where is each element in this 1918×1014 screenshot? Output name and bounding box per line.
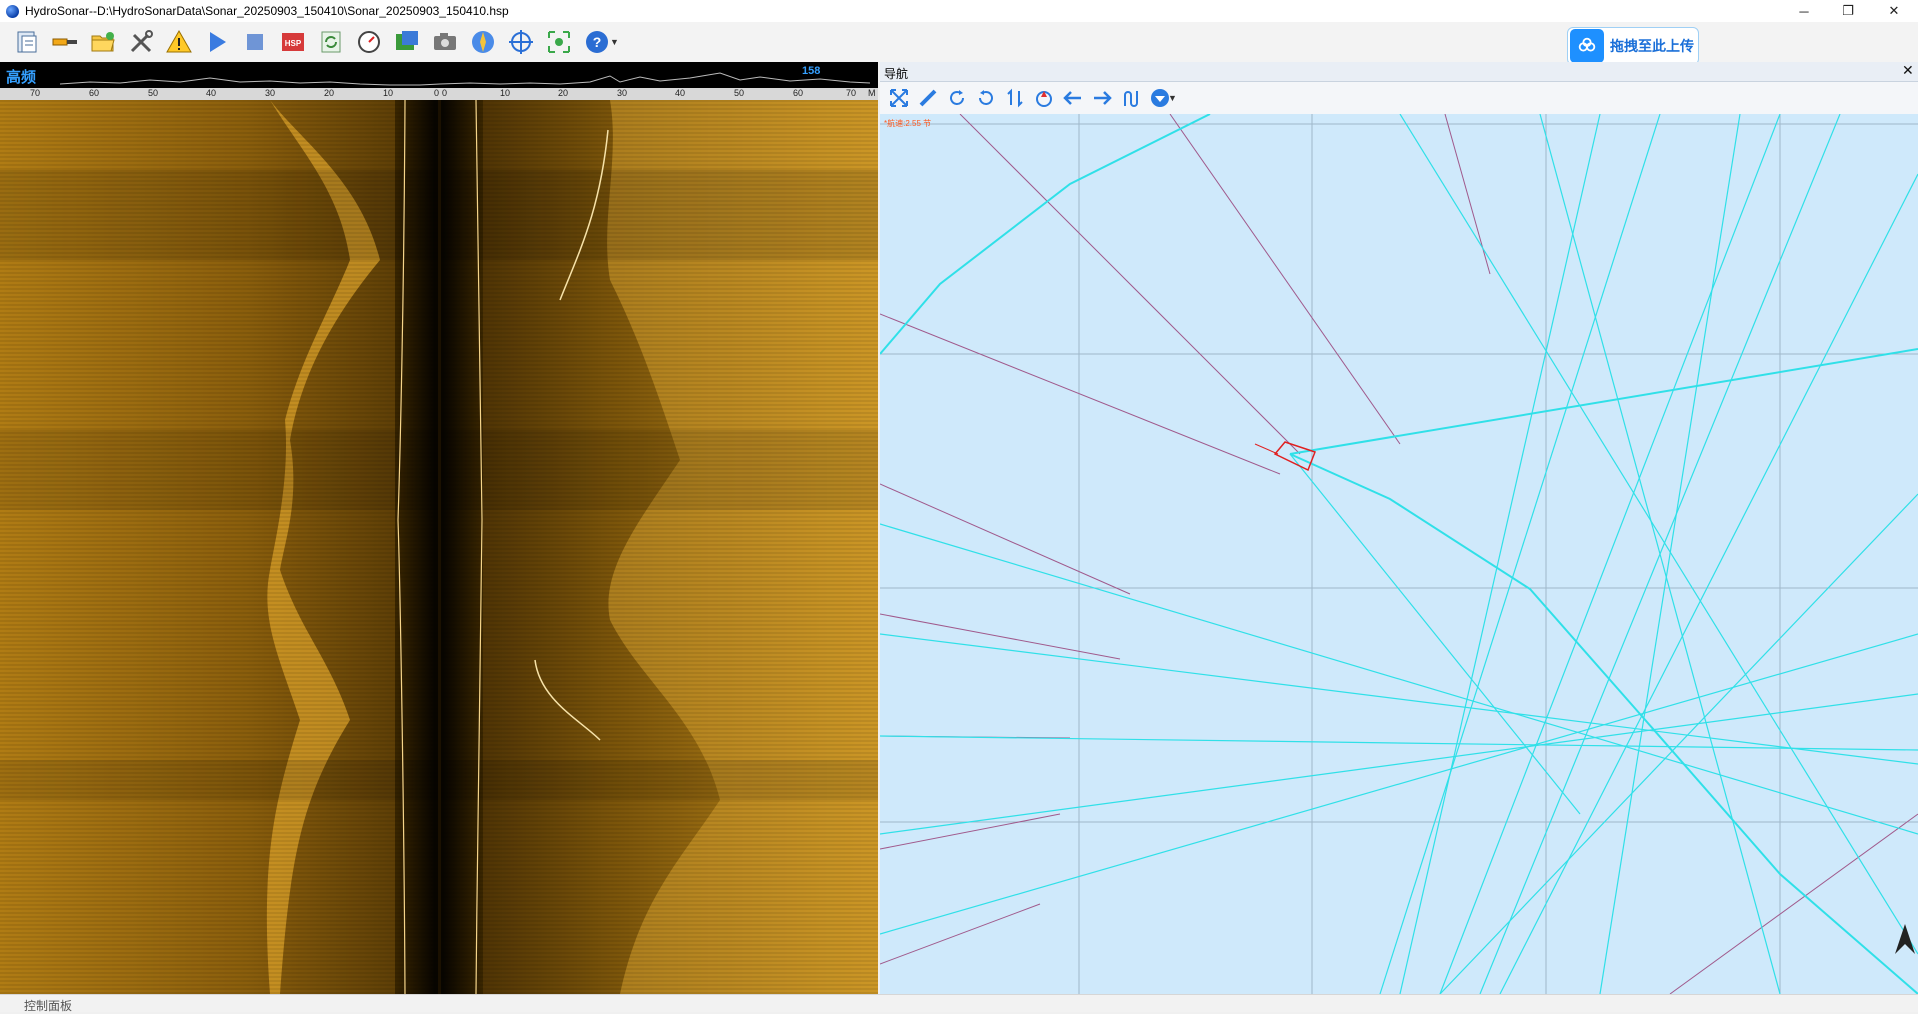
ping-number: 158 bbox=[802, 65, 821, 77]
open-project-icon[interactable] bbox=[10, 25, 44, 59]
help-icon[interactable]: ? bbox=[580, 25, 614, 59]
close-icon[interactable]: ✕ bbox=[1902, 62, 1914, 79]
warning-icon[interactable] bbox=[162, 25, 196, 59]
upload-label: 拖拽至此上传 bbox=[1610, 38, 1694, 54]
folder-open-icon[interactable] bbox=[86, 25, 120, 59]
help-dropdown-icon[interactable]: ▼ bbox=[610, 37, 619, 47]
ruler-tick: 70 bbox=[846, 88, 857, 98]
target-icon[interactable] bbox=[542, 25, 576, 59]
ruler-tick: 50 bbox=[734, 88, 745, 98]
minimize-icon[interactable]: ─ bbox=[1782, 0, 1826, 22]
ruler-tick: 40 bbox=[206, 88, 217, 98]
compass-icon[interactable] bbox=[466, 25, 500, 59]
navigation-toolbar: ▼ bbox=[880, 82, 1918, 114]
layers-caret-icon[interactable]: ▼ bbox=[1168, 93, 1177, 103]
ruler-tick: 40 bbox=[675, 88, 686, 98]
survey-lines bbox=[880, 114, 1918, 994]
heading-icon[interactable] bbox=[1031, 85, 1057, 111]
fit-extent-icon[interactable] bbox=[886, 85, 912, 111]
track-lines bbox=[880, 114, 1918, 994]
control-panel-tab[interactable]: 控制面板 bbox=[24, 997, 72, 1014]
title-bar: HydroSonar--D:\HydroSonarData\Sonar_2025… bbox=[0, 0, 1918, 22]
north-up-icon[interactable] bbox=[1002, 85, 1028, 111]
status-bar: 控制面板 bbox=[0, 994, 1918, 1014]
navigation-title: 导航 bbox=[884, 67, 909, 81]
measure-icon[interactable] bbox=[915, 85, 941, 111]
signal-trace bbox=[59, 72, 871, 86]
cloud-upload-icon bbox=[1570, 29, 1604, 63]
svg-text:?: ? bbox=[593, 34, 602, 50]
gauge-icon[interactable] bbox=[352, 25, 386, 59]
refresh-icon[interactable] bbox=[314, 25, 348, 59]
close-icon[interactable]: ✕ bbox=[1872, 0, 1916, 22]
arrow-right-icon[interactable] bbox=[1089, 85, 1115, 111]
ruler-tick: 60 bbox=[793, 88, 804, 98]
app-logo-icon bbox=[6, 4, 19, 18]
connect-sensor-icon[interactable] bbox=[48, 25, 82, 59]
hsp-file-icon[interactable]: HSP bbox=[276, 25, 310, 59]
camera-icon[interactable] bbox=[428, 25, 462, 59]
svg-text:HSP: HSP bbox=[285, 39, 302, 48]
sonar-waterfall-pane[interactable]: 高频 158 70 60 50 40 30 20 10 0 0 10 20 30… bbox=[0, 62, 878, 994]
ruler-tick: 50 bbox=[148, 88, 159, 98]
ruler-tick: 20 bbox=[324, 88, 335, 98]
ruler-tick: 30 bbox=[265, 88, 276, 98]
ruler-tick: 0 bbox=[434, 88, 440, 98]
ruler-tick: 60 bbox=[89, 88, 100, 98]
ruler-tick: 70 bbox=[30, 88, 41, 98]
ruler-tick: 20 bbox=[558, 88, 569, 98]
ruler-tick: 10 bbox=[500, 88, 511, 98]
navigation-header: 导航 ✕ bbox=[880, 62, 1918, 82]
ruler-tick: M bbox=[868, 88, 876, 98]
arrow-left-icon[interactable] bbox=[1060, 85, 1086, 111]
north-arrow-icon bbox=[1895, 924, 1915, 954]
sidescan-image[interactable] bbox=[0, 100, 878, 994]
u-turn-icon[interactable] bbox=[1118, 85, 1144, 111]
crosshair-icon[interactable] bbox=[504, 25, 538, 59]
stop-icon[interactable] bbox=[238, 25, 272, 59]
tools-icon[interactable] bbox=[124, 25, 158, 59]
play-icon[interactable] bbox=[200, 25, 234, 59]
range-ruler: 70 60 50 40 30 20 10 0 0 10 20 30 40 50 … bbox=[0, 88, 878, 100]
upload-button[interactable]: 拖拽至此上传 bbox=[1567, 27, 1699, 65]
restore-icon[interactable]: ❐ bbox=[1826, 0, 1870, 22]
map-grid bbox=[880, 114, 1918, 994]
rotate-cw-icon[interactable] bbox=[944, 85, 970, 111]
window-title: HydroSonar--D:\HydroSonarData\Sonar_2025… bbox=[25, 4, 509, 18]
rotate-ccw-icon[interactable] bbox=[973, 85, 999, 111]
ruler-tick: 10 bbox=[383, 88, 394, 98]
ruler-tick: 30 bbox=[617, 88, 628, 98]
navigation-pane: 导航 ✕ ▼ *航速:2.55 节 bbox=[880, 62, 1918, 994]
speed-readout: *航速:2.55 节 bbox=[884, 119, 932, 128]
sonar-header: 高频 158 bbox=[0, 62, 878, 88]
navigation-map[interactable]: *航速:2.55 节 bbox=[880, 114, 1918, 994]
export-image-icon[interactable] bbox=[390, 25, 424, 59]
ruler-tick: 0 bbox=[442, 88, 448, 98]
